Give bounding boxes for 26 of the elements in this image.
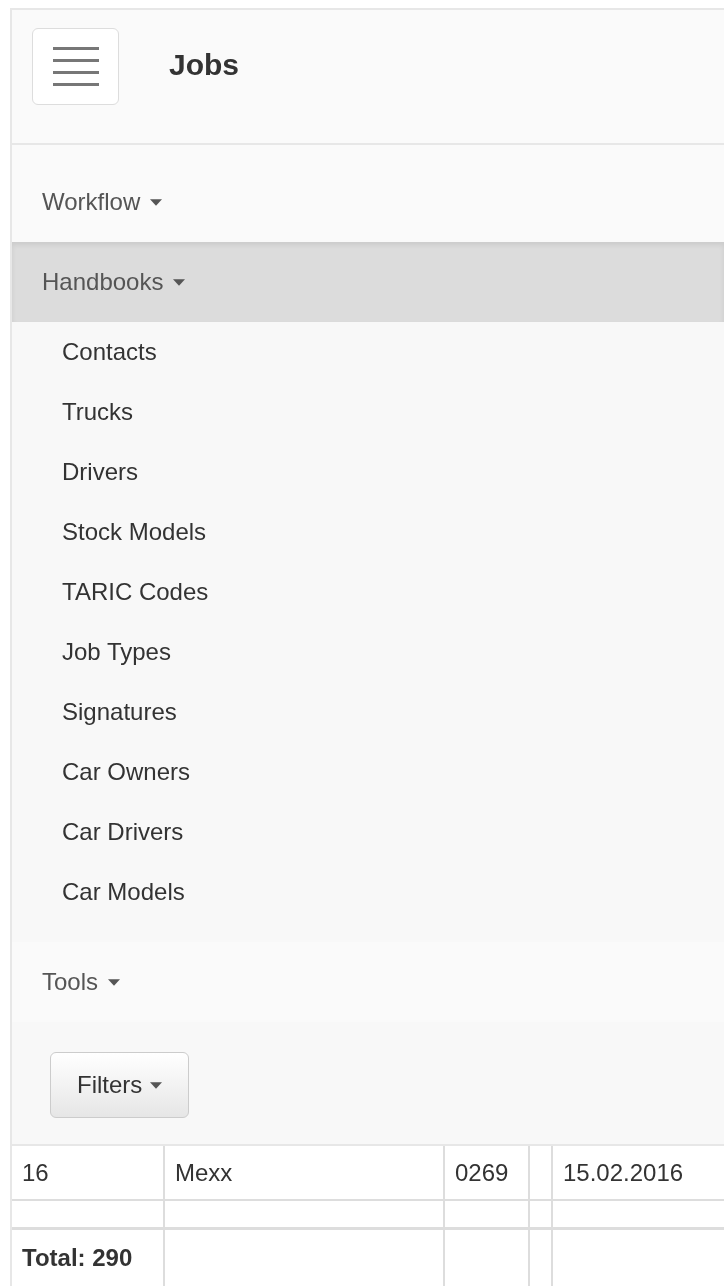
submenu-item[interactable]: TARIC Codes	[62, 562, 724, 622]
table-cell: Total: 290	[12, 1230, 165, 1286]
menu-item[interactable]: Handbooks	[12, 242, 724, 322]
table-cell: 0269	[445, 1146, 530, 1199]
caret-icon	[150, 198, 163, 206]
menu-item[interactable]: Workflow	[12, 162, 724, 242]
caret-icon	[173, 278, 186, 286]
submenu-item[interactable]: Signatures	[62, 682, 724, 742]
menu-item[interactable]: Tools	[12, 942, 724, 1022]
menu-icon	[52, 46, 99, 87]
menu-button[interactable]	[32, 28, 119, 105]
page-title: Jobs	[169, 48, 240, 82]
submenu-item[interactable]: Job Types	[62, 622, 724, 682]
submenu-item[interactable]: Contacts	[62, 322, 724, 382]
submenu-item[interactable]: Trucks	[62, 382, 724, 442]
table-cell-text: 15.02.2016	[562, 1157, 685, 1188]
submenu-item[interactable]: Drivers	[62, 442, 724, 502]
table-cell: Mexx	[165, 1146, 445, 1199]
caret-icon	[150, 1081, 163, 1089]
table-cell: 16	[12, 1146, 165, 1199]
caret-icon	[108, 978, 121, 986]
submenu-item[interactable]: Car Models	[62, 862, 724, 922]
submenu-item[interactable]: Car Owners	[62, 742, 724, 802]
submenu-item[interactable]: Stock Models	[62, 502, 724, 562]
submenu-item[interactable]: Car Drivers	[62, 802, 724, 862]
filters-button[interactable]: Filters	[50, 1052, 190, 1118]
